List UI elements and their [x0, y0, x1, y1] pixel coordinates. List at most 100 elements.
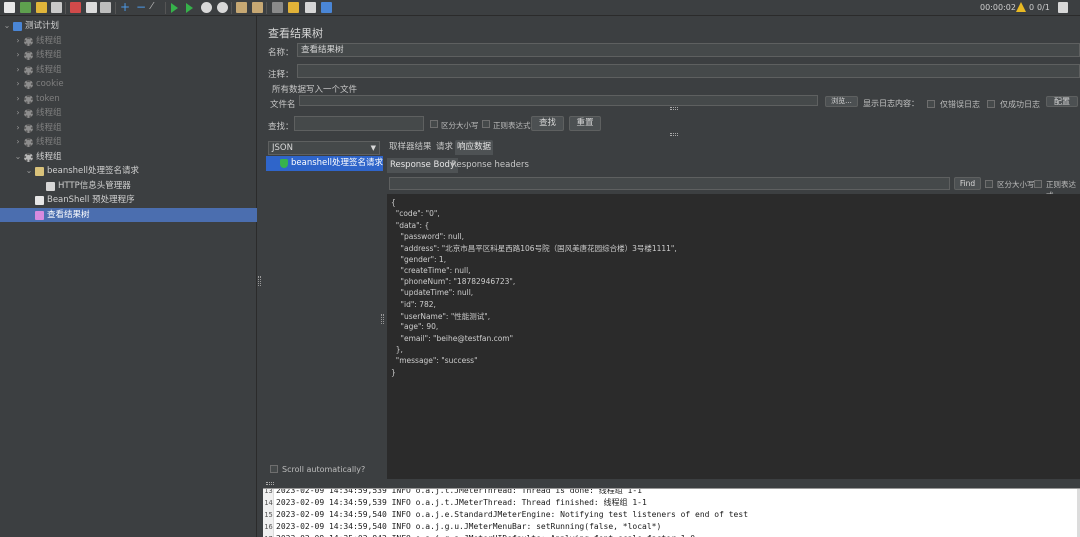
- chevron-right-icon[interactable]: ›: [14, 34, 22, 48]
- search-label: 查找：: [268, 122, 294, 132]
- results-splitter-grip[interactable]: [381, 314, 384, 324]
- chevron-right-icon[interactable]: ›: [14, 106, 22, 120]
- copy-icon[interactable]: [86, 2, 97, 13]
- start-icon[interactable]: [171, 3, 178, 13]
- tree-item-label: beanshell处理签名请求: [47, 166, 139, 176]
- log-line: 172023-02-09 14:35:02,942 INFO o.a.j.g.a…: [263, 533, 1073, 537]
- tree-item[interactable]: › token: [0, 92, 257, 106]
- warning-icon[interactable]: [1016, 2, 1026, 12]
- tree-item[interactable]: ⌄ 测试计划: [0, 19, 257, 33]
- response-regex-checkbox[interactable]: [1034, 180, 1042, 188]
- response-line: "userName": "性能测试",: [391, 312, 491, 321]
- response-find-button[interactable]: Find: [954, 177, 981, 190]
- chevron-right-icon[interactable]: ›: [14, 77, 22, 91]
- cut-icon[interactable]: [70, 2, 81, 13]
- tree-item[interactable]: BeanShell 预处理程序: [0, 193, 257, 207]
- tree-item[interactable]: › 线程组: [0, 48, 257, 62]
- response-case-sensitive-label: 区分大小写: [997, 180, 1035, 189]
- chevron-right-icon[interactable]: ›: [14, 63, 22, 77]
- sample-result-item[interactable]: beanshell处理签名请求: [266, 156, 383, 171]
- chevron-down-icon[interactable]: ⌄: [25, 164, 33, 178]
- response-search-input[interactable]: [389, 177, 950, 190]
- tab-sampler-result[interactable]: 取样器结果: [387, 140, 434, 155]
- save-icon[interactable]: [51, 2, 62, 13]
- chevron-right-icon[interactable]: ›: [14, 121, 22, 135]
- toolbar-separator: [231, 2, 232, 14]
- response-body-viewer[interactable]: { "code": "0", "data": { "password": nul…: [387, 194, 1080, 479]
- active-thread-count: 0/1: [1037, 3, 1050, 12]
- toggle-icon[interactable]: ⁄: [151, 2, 162, 13]
- tree-item[interactable]: ⌄ 线程组: [0, 150, 257, 164]
- log-splitter[interactable]: [263, 482, 1080, 486]
- browse-button[interactable]: 浏览...: [825, 96, 858, 107]
- log-line-number: 13: [264, 488, 273, 495]
- case-sensitive-checkbox[interactable]: [430, 120, 438, 128]
- log-line-text: 2023-02-09 14:34:59,539 INFO o.a.j.t.JMe…: [276, 498, 647, 507]
- name-field[interactable]: 查看结果树: [297, 43, 1080, 57]
- chevron-down-icon[interactable]: ⌄: [3, 19, 11, 33]
- reset-button[interactable]: 重置: [569, 116, 601, 131]
- log-viewer[interactable]: 13 2023-02-09 14:34:59,539 INFO o.a.j.t.J…: [263, 488, 1080, 537]
- script-icon: [35, 196, 44, 205]
- response-line: "gender": 1,: [391, 254, 447, 264]
- comment-label: 注释：: [268, 70, 294, 80]
- test-plan-tree: ⌄ 测试计划 › 线程组 › 线程组 › 线程组 › cookie › token › 线程组 › 线程组 › 线…: [0, 16, 257, 537]
- tree-item-label: 线程组: [36, 50, 62, 60]
- start-no-pause-icon[interactable]: [186, 3, 193, 13]
- chevron-right-icon[interactable]: ›: [14, 135, 22, 149]
- tab-request[interactable]: 请求: [434, 140, 455, 155]
- filename-field[interactable]: [299, 95, 818, 106]
- tree-item[interactable]: 查看结果树: [0, 207, 257, 222]
- tree-item[interactable]: › 线程组: [0, 106, 257, 120]
- response-case-sensitive-checkbox[interactable]: [985, 180, 993, 188]
- scroll-automatically-checkbox[interactable]: [270, 465, 278, 473]
- paste-icon[interactable]: [100, 2, 111, 13]
- chevron-down-icon[interactable]: ⌄: [14, 150, 22, 164]
- tree-item[interactable]: › 线程组: [0, 63, 257, 77]
- response-line: "phoneNum": "18782946723",: [391, 277, 516, 287]
- renderer-select[interactable]: JSON ▼: [268, 141, 380, 155]
- search-field[interactable]: [294, 116, 424, 131]
- expand-icon[interactable]: +: [120, 1, 131, 13]
- collapse-icon[interactable]: −: [136, 1, 147, 13]
- tab-response-headers[interactable]: Response headers: [448, 158, 532, 173]
- reset-search-icon[interactable]: [288, 2, 299, 13]
- comment-field[interactable]: [297, 64, 1080, 78]
- configure-button[interactable]: 配置: [1046, 96, 1078, 107]
- stop-icon[interactable]: [201, 2, 212, 13]
- tree-item[interactable]: ⌄ beanshell处理签名请求: [0, 164, 257, 178]
- chevron-down-icon: ▼: [370, 144, 376, 152]
- search-button[interactable]: 查找: [531, 116, 564, 131]
- shutdown-icon[interactable]: [217, 2, 228, 13]
- sample-result-list: beanshell处理签名请求: [266, 156, 383, 478]
- case-sensitive-label: 区分大小写: [441, 121, 479, 130]
- tree-item[interactable]: HTTP信息头管理器: [0, 179, 257, 193]
- tree-item[interactable]: › 线程组: [0, 135, 257, 149]
- tree-item[interactable]: › 线程组: [0, 121, 257, 135]
- search-icon[interactable]: [272, 2, 283, 13]
- sample-label: beanshell处理签名请求: [291, 158, 383, 168]
- templates-icon[interactable]: [20, 2, 31, 13]
- horizontal-splitter[interactable]: [263, 107, 1080, 111]
- clear-icon[interactable]: [236, 2, 247, 13]
- tree-item[interactable]: › cookie: [0, 77, 257, 91]
- new-icon[interactable]: [4, 2, 15, 13]
- chevron-right-icon[interactable]: ›: [14, 92, 22, 106]
- log-line-number: 15: [264, 511, 273, 519]
- help-icon[interactable]: [321, 2, 332, 13]
- tab-response-data[interactable]: 响应数据: [455, 140, 494, 155]
- page-title: 查看结果树: [268, 27, 323, 40]
- regex-checkbox[interactable]: [482, 120, 490, 128]
- splitter-grip[interactable]: [258, 276, 261, 286]
- clear-all-icon[interactable]: [252, 2, 263, 13]
- horizontal-splitter[interactable]: [263, 133, 1080, 137]
- test-plan-icon: [13, 22, 22, 31]
- wrench-icon: [46, 181, 55, 191]
- function-helper-icon[interactable]: [305, 2, 316, 13]
- tree-item[interactable]: › 线程组: [0, 34, 257, 48]
- chevron-right-icon[interactable]: ›: [14, 48, 22, 62]
- response-line: "updateTime": null,: [391, 288, 474, 298]
- open-icon[interactable]: [36, 2, 47, 13]
- gear-icon: [24, 36, 33, 46]
- response-line: {: [391, 198, 396, 207]
